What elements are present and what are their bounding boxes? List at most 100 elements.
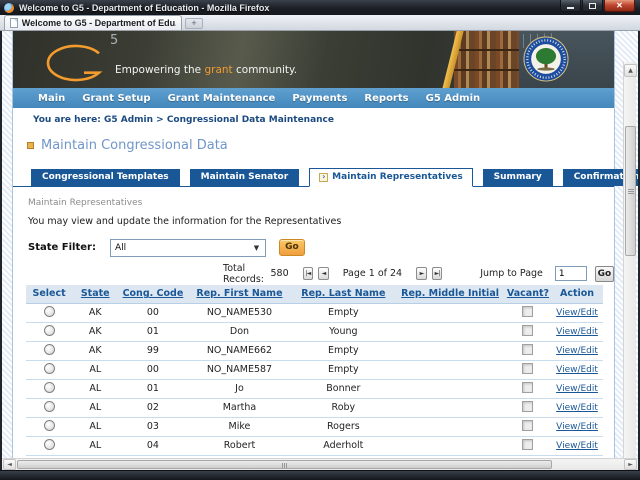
select-radio[interactable] — [44, 325, 55, 336]
col-header-vacant[interactable]: Vacant? — [505, 285, 551, 303]
view-edit-link[interactable]: View/Edit — [556, 441, 598, 451]
breadcrumb-path[interactable]: G5 Admin > Congressional Data Maintenanc… — [101, 115, 334, 125]
tab-maintain-senator[interactable]: Maintain Senator — [190, 169, 300, 186]
bookshelf-shelf-line — [454, 49, 519, 51]
state-filter-go-button[interactable]: Go — [279, 239, 305, 256]
tab-maintain-representatives[interactable]: Maintain Representatives — [309, 168, 473, 187]
view-edit-link[interactable]: View/Edit — [556, 327, 598, 337]
last-name-cell: Roby — [291, 398, 395, 417]
window-bottom-frame — [0, 470, 640, 480]
state-cell: AK — [72, 341, 118, 360]
nav-item-main[interactable]: Main — [38, 93, 65, 104]
select-radio[interactable] — [44, 439, 55, 450]
g5-logo-g — [43, 43, 109, 83]
section-heading: Maintain Representatives — [28, 198, 614, 208]
select-radio[interactable] — [44, 401, 55, 412]
scroll-right-icon[interactable]: ► — [624, 459, 637, 470]
tab-congressional-templates[interactable]: Congressional Templates — [31, 169, 180, 186]
middle-initial-cell — [395, 360, 505, 379]
page-title-row: Maintain Congressional Data — [13, 137, 614, 154]
window-controls: ✕ — [559, 0, 635, 12]
new-tab-button[interactable]: + — [185, 18, 203, 29]
nav-item-reports[interactable]: Reports — [364, 93, 408, 104]
page-indicator: Page 1 of 24 — [343, 268, 402, 279]
section-description: You may view and update the information … — [28, 216, 614, 227]
last-name-cell: Empty — [291, 341, 395, 360]
vacant-checkbox[interactable] — [522, 325, 533, 336]
browser-tab[interactable]: Welcome to G5 - Department of Edu... — [4, 15, 182, 30]
state-filter-row: State Filter: All ▼ Go — [28, 238, 614, 257]
vacant-checkbox[interactable] — [522, 344, 533, 355]
nav-item-grant-setup[interactable]: Grant Setup — [82, 93, 150, 104]
first-name-cell: NO_NAME587 — [188, 360, 292, 379]
col-header-first-name[interactable]: Rep. First Name — [188, 285, 292, 303]
table-header-row: Select State Cong. Code Rep. First Name … — [26, 285, 603, 303]
vertical-scrollbar[interactable]: ▲ ▼ — [623, 62, 636, 458]
jump-to-page-input[interactable] — [555, 266, 587, 281]
view-edit-link[interactable]: View/Edit — [556, 422, 598, 432]
vacant-checkbox[interactable] — [522, 401, 533, 412]
banner-tagline: Empowering the grant community. — [115, 64, 297, 76]
close-button[interactable]: ✕ — [604, 0, 635, 12]
cong-code-cell: 00 — [118, 360, 187, 379]
tagline-highlight: grant — [204, 64, 232, 76]
view-edit-link[interactable]: View/Edit — [556, 403, 598, 413]
first-name-cell: Martha — [188, 398, 292, 417]
firefox-icon — [4, 3, 14, 13]
scroll-left-icon[interactable]: ◄ — [3, 459, 16, 470]
middle-initial-cell — [395, 322, 505, 341]
pagination-row: Total Records: 580 |◄ ◄ Page 1 of 24 ► ►… — [13, 265, 614, 282]
view-edit-link[interactable]: View/Edit — [556, 346, 598, 356]
next-page-button[interactable]: ► — [416, 267, 427, 280]
total-records-value: 580 — [271, 268, 289, 279]
sub-tab-bar: Congressional Templates Maintain Senator… — [13, 167, 614, 187]
last-name-cell: Rogers — [291, 417, 395, 436]
horizontal-scrollbar-thumb[interactable] — [17, 460, 552, 469]
vacant-checkbox[interactable] — [522, 439, 533, 450]
col-header-last-name[interactable]: Rep. Last Name — [291, 285, 395, 303]
view-edit-link[interactable]: View/Edit — [556, 384, 598, 394]
vacant-checkbox[interactable] — [522, 306, 533, 317]
nav-item-payments[interactable]: Payments — [292, 93, 347, 104]
tagline-suffix: community. — [233, 64, 297, 76]
col-header-middle-initial[interactable]: Rep. Middle Initial — [395, 285, 505, 303]
window-title: Welcome to G5 - Department of Education … — [19, 3, 269, 13]
nav-item-g5-admin[interactable]: G5 Admin — [426, 93, 481, 104]
maximize-button[interactable] — [582, 0, 603, 12]
chevron-down-icon: ▼ — [250, 242, 263, 254]
table-row: AL 00 NO_NAME587 Empty View/Edit — [26, 360, 603, 379]
cong-code-cell: 01 — [118, 322, 187, 341]
vacant-checkbox[interactable] — [522, 420, 533, 431]
nav-item-grant-maintenance[interactable]: Grant Maintenance — [168, 93, 276, 104]
cong-code-cell: 04 — [118, 436, 187, 455]
state-filter-label: State Filter: — [28, 242, 96, 253]
tab-summary[interactable]: Summary — [483, 169, 553, 186]
scroll-up-icon[interactable]: ▲ — [624, 64, 637, 77]
vertical-scrollbar-thumb[interactable] — [625, 126, 636, 256]
state-filter-value: All — [115, 243, 126, 253]
table-row: AK 01 Don Young View/Edit — [26, 322, 603, 341]
view-edit-link[interactable]: View/Edit — [556, 365, 598, 375]
last-page-button[interactable]: ►| — [432, 267, 443, 280]
select-radio[interactable] — [44, 306, 55, 317]
vacant-checkbox[interactable] — [522, 363, 533, 374]
col-header-cong-code[interactable]: Cong. Code — [118, 285, 187, 303]
vacant-checkbox[interactable] — [522, 382, 533, 393]
jump-go-button[interactable]: Go — [595, 266, 614, 282]
minimize-button[interactable] — [560, 0, 581, 12]
select-radio[interactable] — [44, 344, 55, 355]
cong-code-cell: 99 — [118, 341, 187, 360]
last-name-cell: Aderholt — [291, 436, 395, 455]
last-name-cell: Empty — [291, 303, 395, 322]
first-page-button[interactable]: |◄ — [303, 267, 314, 280]
close-icon: ✕ — [616, 2, 623, 10]
select-radio[interactable] — [44, 382, 55, 393]
select-radio[interactable] — [44, 363, 55, 374]
col-header-state[interactable]: State — [72, 285, 118, 303]
state-filter-select[interactable]: All ▼ — [110, 239, 266, 257]
previous-page-button[interactable]: ◄ — [318, 267, 329, 280]
table-row: AK 00 NO_NAME530 Empty View/Edit — [26, 303, 603, 322]
horizontal-scrollbar[interactable]: ◄ ► — [2, 458, 638, 470]
select-radio[interactable] — [44, 420, 55, 431]
view-edit-link[interactable]: View/Edit — [556, 308, 598, 318]
